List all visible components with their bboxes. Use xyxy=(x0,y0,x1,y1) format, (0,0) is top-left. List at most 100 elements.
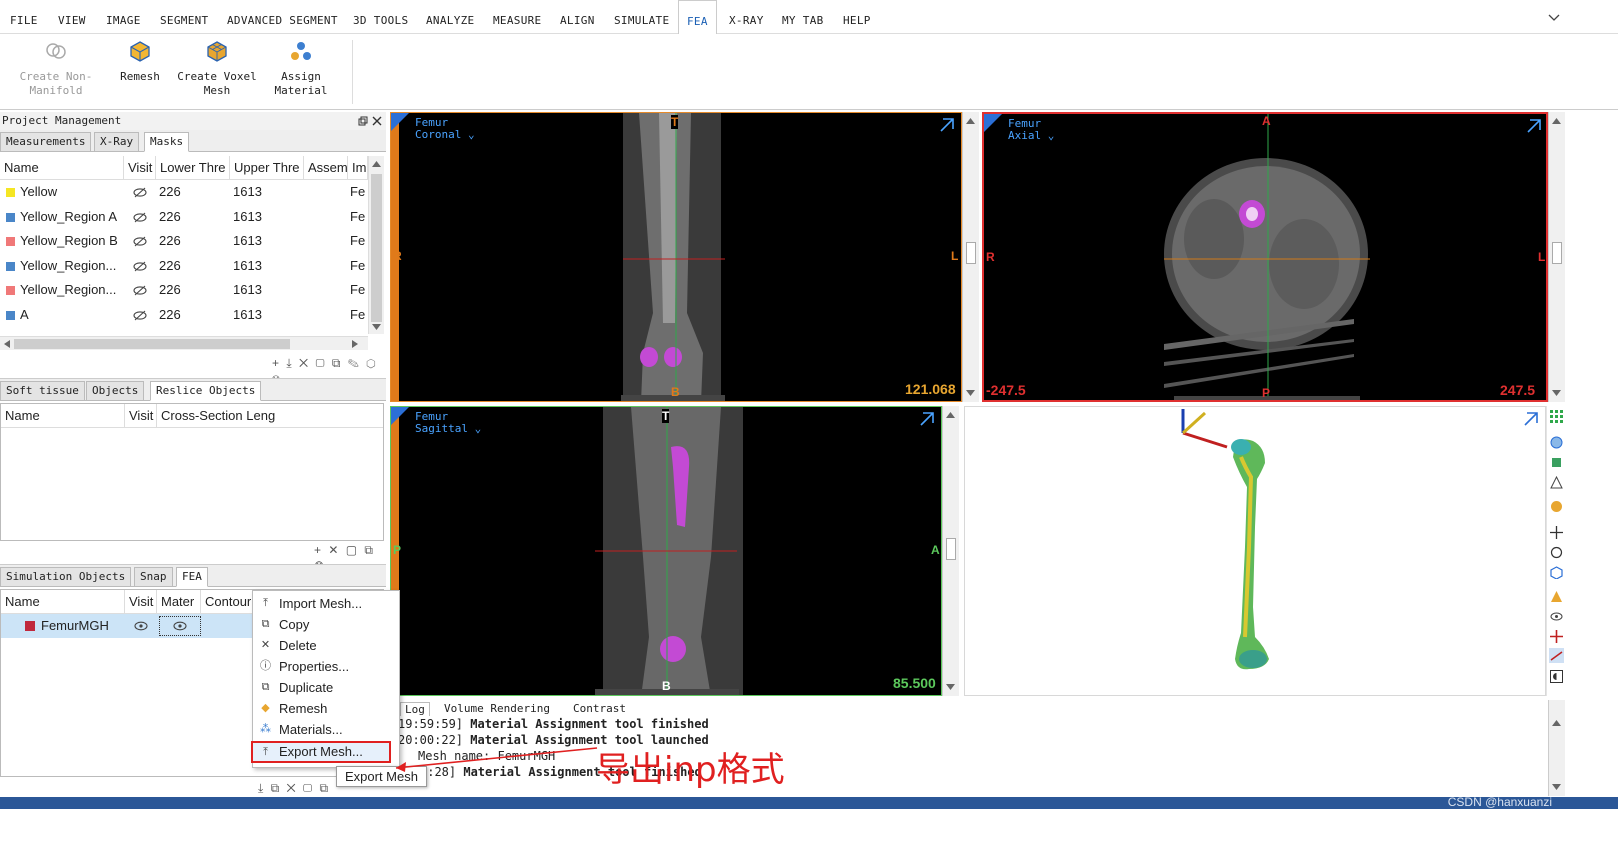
menu-item-materials[interactable]: ⁂ Materials... xyxy=(253,719,399,740)
coronal-image xyxy=(391,113,954,401)
tab-snap[interactable]: Snap xyxy=(134,567,173,587)
tab-fea[interactable]: FEA xyxy=(176,567,208,587)
menu-image[interactable]: IMAGE xyxy=(102,0,145,34)
table-row[interactable]: Yellow_Region B 226 1613 Fe xyxy=(0,229,368,253)
axial-view[interactable]: Femur Axial ⌄ A P R L -247.5 247.5 xyxy=(982,112,1548,402)
eye-hidden-icon[interactable] xyxy=(133,187,147,198)
menu-advanced-segment[interactable]: ADVANCED SEGMENT xyxy=(223,0,342,34)
menu-item-delete[interactable]: ✕ Delete xyxy=(253,635,399,656)
table-row[interactable]: Yellow_Region... 226 1613 Fe xyxy=(0,278,368,302)
col-name[interactable]: Name xyxy=(1,404,125,428)
menu-my-tab[interactable]: MY TAB xyxy=(778,0,828,34)
3d-view[interactable] xyxy=(964,406,1546,696)
table-row[interactable]: A 226 1613 Fe xyxy=(0,303,368,327)
tab-volume-rendering[interactable]: Volume Rendering xyxy=(444,702,550,715)
view-label[interactable]: Femur Sagittal ⌄ xyxy=(415,411,481,435)
eye-hidden-icon[interactable] xyxy=(133,285,147,296)
eye-hidden-icon[interactable] xyxy=(133,236,147,247)
col-visible[interactable]: Visit xyxy=(125,404,157,428)
assign-material-button[interactable]: Assign Material xyxy=(270,40,332,98)
col-material[interactable]: Mater xyxy=(157,590,201,614)
image-ref: Fe xyxy=(350,184,366,199)
tab-simulation-objects[interactable]: Simulation Objects xyxy=(0,567,132,587)
menu-fea[interactable]: FEA xyxy=(678,0,717,34)
menu-3d-tools[interactable]: 3D TOOLS xyxy=(349,0,412,34)
table-row[interactable]: Yellow_Region... 226 1613 Fe xyxy=(0,254,368,278)
col-name[interactable]: Name xyxy=(0,156,124,180)
shape-icon[interactable] xyxy=(1550,500,1563,513)
material-cell[interactable] xyxy=(159,616,201,636)
col-lower-threshold[interactable]: Lower Thre xyxy=(156,156,230,180)
menu-help[interactable]: HELP xyxy=(839,0,875,34)
log-scrollbar[interactable] xyxy=(1548,700,1565,796)
color-swatch xyxy=(6,310,15,320)
menu-x-ray[interactable]: X-RAY xyxy=(725,0,768,34)
sphere-icon[interactable] xyxy=(1550,436,1563,449)
create-non-manifold-button[interactable]: Create Non- Manifold xyxy=(14,40,98,98)
col-cross-section-length[interactable]: Cross-Section Leng xyxy=(157,404,383,428)
eye-hidden-icon[interactable] xyxy=(133,310,147,321)
landmark-icon[interactable] xyxy=(1550,590,1563,603)
menu-item-import-mesh[interactable]: ⤒ Import Mesh... xyxy=(253,593,399,614)
remesh-button[interactable]: Remesh xyxy=(114,40,166,84)
close-icon[interactable] xyxy=(372,116,382,126)
menu-item-copy[interactable]: ⧉ Copy xyxy=(253,614,399,635)
menu-segment[interactable]: SEGMENT xyxy=(156,0,212,34)
view-label[interactable]: Femur Axial ⌄ xyxy=(1008,118,1054,142)
range-min-value: -247.5 xyxy=(986,382,1026,398)
menu-view[interactable]: VIEW xyxy=(54,0,90,34)
float-icon[interactable] xyxy=(358,116,368,126)
col-image[interactable]: Im xyxy=(348,156,368,180)
col-visible[interactable]: Visit xyxy=(125,590,157,614)
cube-view-icon[interactable] xyxy=(1550,566,1563,579)
chevron-down-icon[interactable] xyxy=(1548,14,1560,22)
col-visible[interactable]: Visit xyxy=(124,156,156,180)
col-name[interactable]: Name xyxy=(1,590,125,614)
coronal-view[interactable]: Femur Coronal ⌄ T B R L 121.068 xyxy=(390,112,962,402)
cylinder-icon[interactable] xyxy=(1550,456,1563,469)
rotate-icon[interactable] xyxy=(1550,546,1563,559)
eye-hidden-icon[interactable] xyxy=(133,212,147,223)
menu-analyze[interactable]: ANALYZE xyxy=(422,0,478,34)
table-row[interactable]: Yellow 226 1613 Fe xyxy=(0,180,368,204)
sagittal-view[interactable]: Femur Sagittal ⌄ T B P A 85.500 xyxy=(390,406,942,696)
tab-contrast[interactable]: Contrast xyxy=(573,702,626,715)
tab-x-ray[interactable]: X-Ray xyxy=(94,132,140,152)
eye-icon[interactable] xyxy=(134,621,148,631)
table-row[interactable]: Yellow_Region A 226 1613 Fe xyxy=(0,205,368,229)
tab-masks[interactable]: Masks xyxy=(144,132,190,152)
menu-align[interactable]: ALIGN xyxy=(556,0,599,34)
menu-file[interactable]: FILE xyxy=(6,0,42,34)
grid-icon[interactable] xyxy=(1550,410,1563,423)
col-upper-threshold[interactable]: Upper Thre xyxy=(230,156,304,180)
tab-log[interactable]: Log xyxy=(400,702,430,716)
create-voxel-mesh-button[interactable]: Create Voxel Mesh xyxy=(174,40,260,98)
col-assembly[interactable]: Assem xyxy=(304,156,348,180)
masks-horizontal-scrollbar[interactable] xyxy=(0,336,368,350)
menu-item-remesh[interactable]: ◆ Remesh xyxy=(253,698,399,719)
tab-measurements[interactable]: Measurements xyxy=(0,132,92,152)
menu-item-duplicate[interactable]: ⧉ Duplicate xyxy=(253,677,399,698)
eye-hidden-icon[interactable] xyxy=(133,261,147,272)
tab-soft-tissue[interactable]: Soft tissue xyxy=(0,381,85,401)
clip-plane-icon[interactable] xyxy=(1549,648,1564,663)
contrast-icon[interactable] xyxy=(1550,670,1563,683)
axial-slice-scrollbar[interactable] xyxy=(1548,112,1565,402)
eye-icon[interactable] xyxy=(1550,610,1563,623)
sagittal-slice-scrollbar[interactable] xyxy=(942,406,959,696)
pan-icon[interactable] xyxy=(1550,526,1563,539)
fea-action-toolbar[interactable]: ⤓ ⧉ ✕ ▢ ⧉ xyxy=(258,781,330,796)
menu-simulate[interactable]: SIMULATE xyxy=(610,0,673,34)
menu-item-properties[interactable]: ⓘ Properties... xyxy=(253,656,399,677)
menu-measure[interactable]: MEASURE xyxy=(489,0,545,34)
export-icon: ⤒ xyxy=(263,746,268,758)
coronal-slice-scrollbar[interactable] xyxy=(962,112,979,402)
masks-vertical-scrollbar[interactable] xyxy=(368,156,384,334)
delete-icon: ✕ xyxy=(260,639,271,651)
menu-item-export-mesh[interactable]: ⤒ Export Mesh... xyxy=(251,741,391,763)
measure-triangle-icon[interactable] xyxy=(1550,476,1563,489)
tab-reslice-objects[interactable]: Reslice Objects xyxy=(150,381,262,401)
tab-objects[interactable]: Objects xyxy=(86,381,145,401)
view-label[interactable]: Femur Coronal ⌄ xyxy=(415,117,475,141)
axes-icon[interactable] xyxy=(1550,630,1563,643)
